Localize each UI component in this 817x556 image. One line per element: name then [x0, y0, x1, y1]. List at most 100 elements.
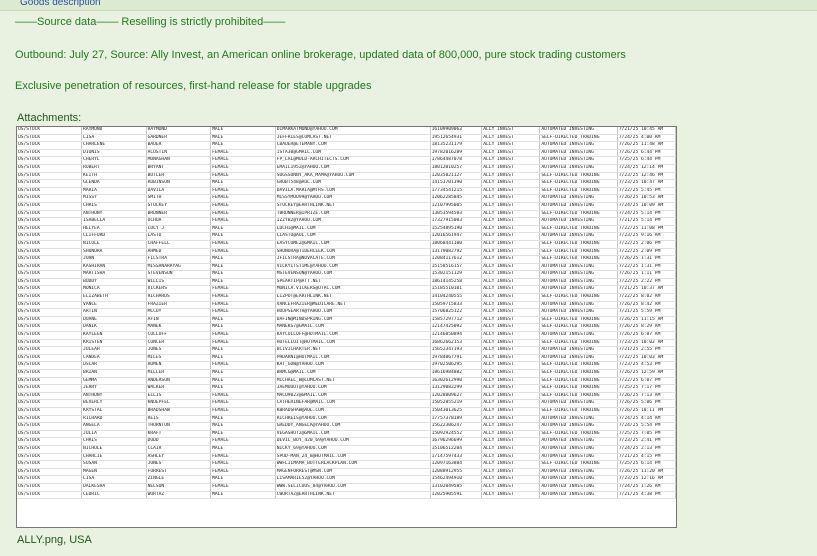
table-cell: FEMALE	[210, 407, 276, 416]
table-cell: ZINGLE	[146, 475, 212, 484]
table-cell: FEMALE	[210, 172, 276, 181]
table-cell: FEMALE	[210, 483, 276, 492]
table-cell: CHERYL	[81, 156, 147, 165]
table-row: US/STOCK BEVERLY KNUEPFEL FEMALE CATHERINEFA…	[17, 399, 676, 408]
table-cell: LIZPOT@EARTHLINK.NET	[275, 293, 431, 302]
table-row: US/STOCK ANTHONY ELLIS FEMALE MACO9023@GMAIL…	[17, 392, 676, 401]
table-row: US/STOCK CLIFFORD LASTO MALE CLASTO@AOL.COM 1…	[17, 232, 676, 241]
table-cell: SHONORA	[81, 248, 147, 257]
table-cell: DODD	[146, 437, 212, 446]
table-cell: 7/26/25 8:29 AM	[617, 323, 676, 333]
table-cell: 7/23/25 12:46 PM	[617, 172, 676, 181]
table-cell: 7/22/25 2:06 PM	[617, 240, 676, 249]
table-cell: US/STOCK	[17, 468, 83, 477]
table-cell: DALKESHA	[81, 483, 147, 492]
table-row: US/STOCK ARTIN MCCOY FEMALE HOOPSEARTH@YAHOO…	[17, 308, 676, 317]
table-cell: VICKERS	[146, 285, 212, 295]
table-cell: BRUNNER	[146, 210, 212, 219]
table-cell: MALE	[210, 377, 276, 386]
table-cell: BRIAN	[81, 369, 147, 378]
table-cell: SELF-DIRECTED TRADING	[539, 430, 618, 439]
table-cell: GREDDY_ANGELA@YAHOO.COM	[275, 422, 431, 431]
table-cell: ALLY INVEST	[481, 308, 541, 317]
table-cell: 7/23/25 10:02 AM	[617, 339, 676, 348]
table-cell: COLLOFF	[146, 331, 212, 340]
table-cell: 7/26/25 10:11 PM	[617, 407, 676, 416]
table-cell: SMITH	[146, 194, 212, 203]
table-cell: MALE	[210, 263, 276, 272]
table-cell: RICHARD	[81, 415, 147, 424]
table-cell: 7/21/25 2:55 PM	[617, 346, 676, 355]
table-cell: IZZYB2@YAHOO.COM	[275, 217, 431, 226]
table-cell: STEVENSON	[146, 270, 212, 279]
table-cell: SELF-DIRECTED TRADING	[539, 248, 618, 257]
table-cell: 19512654931	[430, 134, 483, 143]
table-cell: AUTOMATED INVESTING	[539, 415, 618, 424]
table-cell: SELF-DIRECTED TRADING	[539, 377, 618, 386]
table-cell: DANIK	[81, 323, 147, 333]
table-cell: AUTOMATED INVESTING	[539, 301, 618, 310]
table-row: US/STOCK NICHOLE CLAIR MALE NICKY_69@YAHOO.C…	[17, 445, 676, 454]
table-cell: MALE	[210, 354, 276, 363]
table-cell: SELF-DIRECTED TRADING	[539, 339, 618, 348]
table-cell: MAGENFORREST@MSN.COM	[275, 468, 431, 477]
table-cell: CONCER	[146, 339, 212, 348]
table-cell: FEMALE	[210, 202, 276, 211]
table-cell: US/STOCK	[17, 248, 83, 257]
table-row: US/STOCK MARTISHA STEVENSON MALE MSTEVENSON@…	[17, 270, 676, 279]
table-cell: AUTOMATED INVESTING	[539, 468, 618, 477]
table-cell: LUCHI@MAIL.COM	[275, 225, 431, 234]
table-cell: ALLY INVEST	[481, 453, 541, 462]
table-cell: MILLER	[146, 369, 212, 378]
table-cell: NICOLE	[81, 240, 147, 249]
table-cell: US/STOCK	[17, 172, 83, 181]
table-cell: FEMALE	[210, 339, 276, 348]
table-cell: ALLY INVEST	[481, 270, 541, 279]
table-cell: US/STOCK	[17, 399, 83, 408]
table-row: US/STOCK DIONIS ACUSTIN FEMALE ISTA30@GMAIL.…	[17, 149, 676, 158]
table-cell: MILES	[146, 354, 212, 363]
table-cell: 7/26/25 8:42 AM	[617, 301, 676, 310]
table-cell: HOTELLOIT@HOTMAIL.COM	[275, 339, 431, 348]
table-cell: SELF-DIRECTED TRADING	[539, 460, 618, 469]
table-cell: KRYSTAL	[81, 407, 147, 416]
table-cell: 12028809627	[430, 392, 483, 401]
table-cell: SUGSSUNNY_AKA_MAMA@YAHOO.COM	[275, 172, 431, 181]
table-cell: ALLY INVEST	[481, 134, 541, 143]
table-cell: US/STOCK	[17, 491, 83, 500]
table-cell: ALLY INVEST	[481, 468, 541, 477]
table-cell: NELSON	[146, 483, 212, 492]
table-cell: US/STOCK	[17, 316, 83, 325]
table-cell: CLASTO@AOL.COM	[275, 232, 431, 241]
table-cell: US/STOCK	[17, 263, 83, 272]
table-cell: 14104240555	[430, 293, 483, 302]
table-cell: 7/25/25 6:14 PM	[617, 460, 676, 469]
table-cell: HOOPSEARTH@YAHOO.COM	[275, 308, 431, 317]
table-cell: ANGELA	[81, 422, 147, 431]
table-cell: 17327915083	[430, 217, 483, 226]
table-cell: 17147597433	[430, 453, 483, 462]
table-cell: BAUER	[146, 141, 212, 150]
table-cell: RICHARDS	[146, 293, 212, 302]
table-cell: FEMALE	[210, 194, 276, 203]
table-cell: ALLY INVEST	[481, 179, 541, 188]
table-row: US/STOCK ANGELA THORNTON MALE GREDDY_ANGELA@…	[17, 422, 676, 431]
table-cell: LUCY J	[146, 225, 212, 234]
table-cell: 12035021127	[430, 172, 483, 181]
table-cell: US/STOCK	[17, 475, 83, 484]
table-cell: ALLY INVEST	[481, 354, 541, 363]
table-cell: HOMEN	[146, 361, 212, 370]
table-cell: 15462494910	[430, 475, 483, 484]
table-cell: MARIA	[81, 187, 147, 196]
table-cell: BRYANT	[146, 164, 212, 173]
table-cell: 13053594583	[430, 210, 483, 219]
table-cell: HELYEA	[81, 225, 147, 234]
table-cell: VANCEFRAZIER@MEDICARE.NET	[275, 301, 431, 310]
table-cell: US/STOCK	[17, 422, 83, 431]
table-row: US/STOCK KAYLEEN COLLOFF FEMALE KAYCOLLOFF@H…	[17, 331, 676, 340]
table-cell: 12062285845	[430, 194, 483, 203]
table-cell: US/STOCK	[17, 415, 83, 424]
table-cell: CATHERINEFAR@MAIL.COM	[275, 399, 431, 408]
table-cell: ARTIN	[81, 308, 147, 317]
table-cell: ALLY INVEST	[481, 141, 541, 150]
